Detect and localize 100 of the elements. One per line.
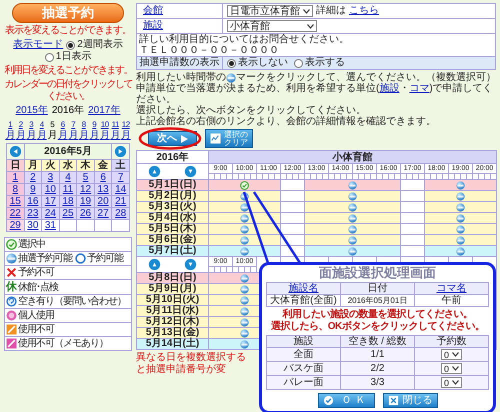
facility-select[interactable]: 小体育館 (227, 20, 317, 32)
slot-button[interactable] (240, 224, 249, 234)
quantity-select[interactable]: 0 (440, 349, 462, 360)
quantity-select[interactable]: 0 (440, 377, 462, 388)
day-link[interactable]: 11 (62, 184, 74, 195)
arrow-right-icon (181, 134, 188, 142)
day-link[interactable]: 4 (65, 172, 71, 183)
slot-button[interactable] (240, 296, 249, 304)
day-link[interactable]: 9 (30, 184, 36, 195)
slot-button[interactable] (348, 224, 357, 234)
day-link[interactable]: 3 (48, 172, 54, 183)
day-link[interactable]: 23 (27, 208, 38, 219)
slot-button[interactable] (348, 236, 357, 244)
detail-link[interactable]: こちら (349, 5, 379, 17)
month-link[interactable]: 11 月 (110, 119, 120, 141)
slot-button[interactable] (240, 236, 249, 244)
day-link[interactable]: 31 (44, 220, 56, 231)
venue-link[interactable]: 会館 (143, 5, 163, 16)
month-link[interactable]: 1 月 (5, 119, 16, 141)
slot-button[interactable] (240, 274, 249, 282)
slot-button[interactable] (348, 214, 357, 222)
month-link[interactable]: 3 月 (26, 119, 36, 141)
day-link[interactable]: 5 (82, 172, 88, 183)
check-circle-icon (322, 395, 334, 406)
slot-button[interactable] (240, 328, 249, 338)
radio-button[interactable] (66, 40, 76, 50)
quantity-select[interactable]: 0 (440, 363, 462, 374)
radio-button[interactable] (44, 52, 54, 62)
day-link[interactable]: 14 (115, 184, 126, 195)
cross-icon (6, 267, 17, 278)
year-link[interactable]: 2017年 (88, 105, 120, 117)
slot-button[interactable] (456, 224, 466, 234)
day-link[interactable]: 30 (27, 220, 38, 231)
day-link[interactable]: 13 (98, 184, 109, 195)
day-link[interactable]: 22 (10, 208, 21, 219)
month-link[interactable]: 9 月 (89, 119, 100, 141)
slot-button[interactable] (348, 192, 357, 200)
month-link[interactable]: 2 月 (16, 119, 26, 141)
slot-button[interactable] (240, 284, 249, 294)
month-link[interactable]: 10 月 (100, 119, 110, 141)
day-link[interactable]: 18 (62, 196, 74, 207)
date-cell: 5月6日(金) (136, 234, 208, 246)
day-link[interactable]: 15 (10, 196, 21, 207)
day-link[interactable]: 12 (80, 184, 92, 195)
sphere-icon (240, 224, 249, 234)
day-link[interactable]: 7 (118, 172, 124, 183)
month-link[interactable]: 4 月 (36, 119, 47, 141)
day-link[interactable]: 25 (62, 208, 74, 219)
month-link[interactable]: 8 月 (78, 119, 89, 141)
day-link[interactable]: 17 (44, 196, 56, 207)
slot-button[interactable] (456, 202, 466, 212)
note-text: ＴＥＬ０００－００－００００ (139, 45, 280, 56)
slot-button[interactable] (456, 236, 466, 244)
day-link[interactable]: 10 (44, 184, 56, 195)
slot-button[interactable] (348, 180, 357, 190)
radio-button[interactable] (227, 58, 236, 68)
slot-button[interactable] (240, 202, 249, 212)
day-link[interactable]: 21 (115, 196, 126, 207)
clear-button[interactable]: 選択の クリア (205, 129, 253, 148)
month-link[interactable]: 7 月 (68, 119, 78, 141)
slot-button[interactable] (456, 192, 466, 200)
day-link[interactable]: 1 (12, 172, 18, 183)
day-link[interactable]: 16 (27, 196, 38, 207)
day-link[interactable]: 26 (80, 208, 92, 219)
date-cell: 5月2日(月) (136, 190, 208, 202)
venue-select[interactable]: 日電市立体育館 (227, 5, 313, 17)
slot-button[interactable] (240, 306, 249, 316)
instruction-text: 利用したい時間帯の マークをクリックして、選んでください。（複数選択可） (136, 72, 497, 83)
day-link[interactable]: 20 (98, 196, 109, 207)
highlight-ellipse (138, 127, 202, 150)
slot-button[interactable] (348, 246, 357, 256)
day-link[interactable]: 19 (80, 196, 92, 207)
sphere-icon (456, 214, 466, 222)
year-link[interactable]: 2015年 (16, 105, 48, 117)
day-link[interactable]: 6 (100, 172, 106, 183)
slot-button[interactable] (240, 192, 249, 200)
slot-button[interactable] (348, 202, 357, 212)
slot-button[interactable] (240, 214, 249, 222)
day-link[interactable]: 24 (44, 208, 56, 219)
slot-button[interactable] (240, 340, 249, 348)
month-link[interactable]: 5 月 (47, 119, 58, 141)
day-link[interactable]: 27 (98, 208, 109, 219)
day-link[interactable]: 8 (12, 184, 18, 195)
slot-button[interactable] (240, 318, 249, 326)
column-header: 予約数 (414, 336, 488, 348)
sphere-icon (456, 180, 466, 190)
slot-button[interactable] (456, 246, 466, 256)
facility-link[interactable]: 施設 (379, 83, 400, 94)
day-link[interactable]: 29 (10, 220, 21, 231)
slot-button[interactable] (456, 214, 466, 222)
day-link[interactable]: 2 (30, 172, 36, 183)
slot-button[interactable] (240, 246, 249, 256)
slot-button[interactable] (456, 180, 466, 190)
day-link[interactable]: 28 (115, 208, 126, 219)
slot-link[interactable]: コマ (409, 83, 430, 94)
month-link[interactable]: 12 月 (120, 119, 131, 141)
facility-link[interactable]: 施設 (143, 20, 163, 31)
radio-button[interactable] (294, 58, 303, 68)
display-mode-link[interactable]: 表示モード (13, 39, 64, 51)
month-link[interactable]: 6 月 (58, 119, 68, 141)
